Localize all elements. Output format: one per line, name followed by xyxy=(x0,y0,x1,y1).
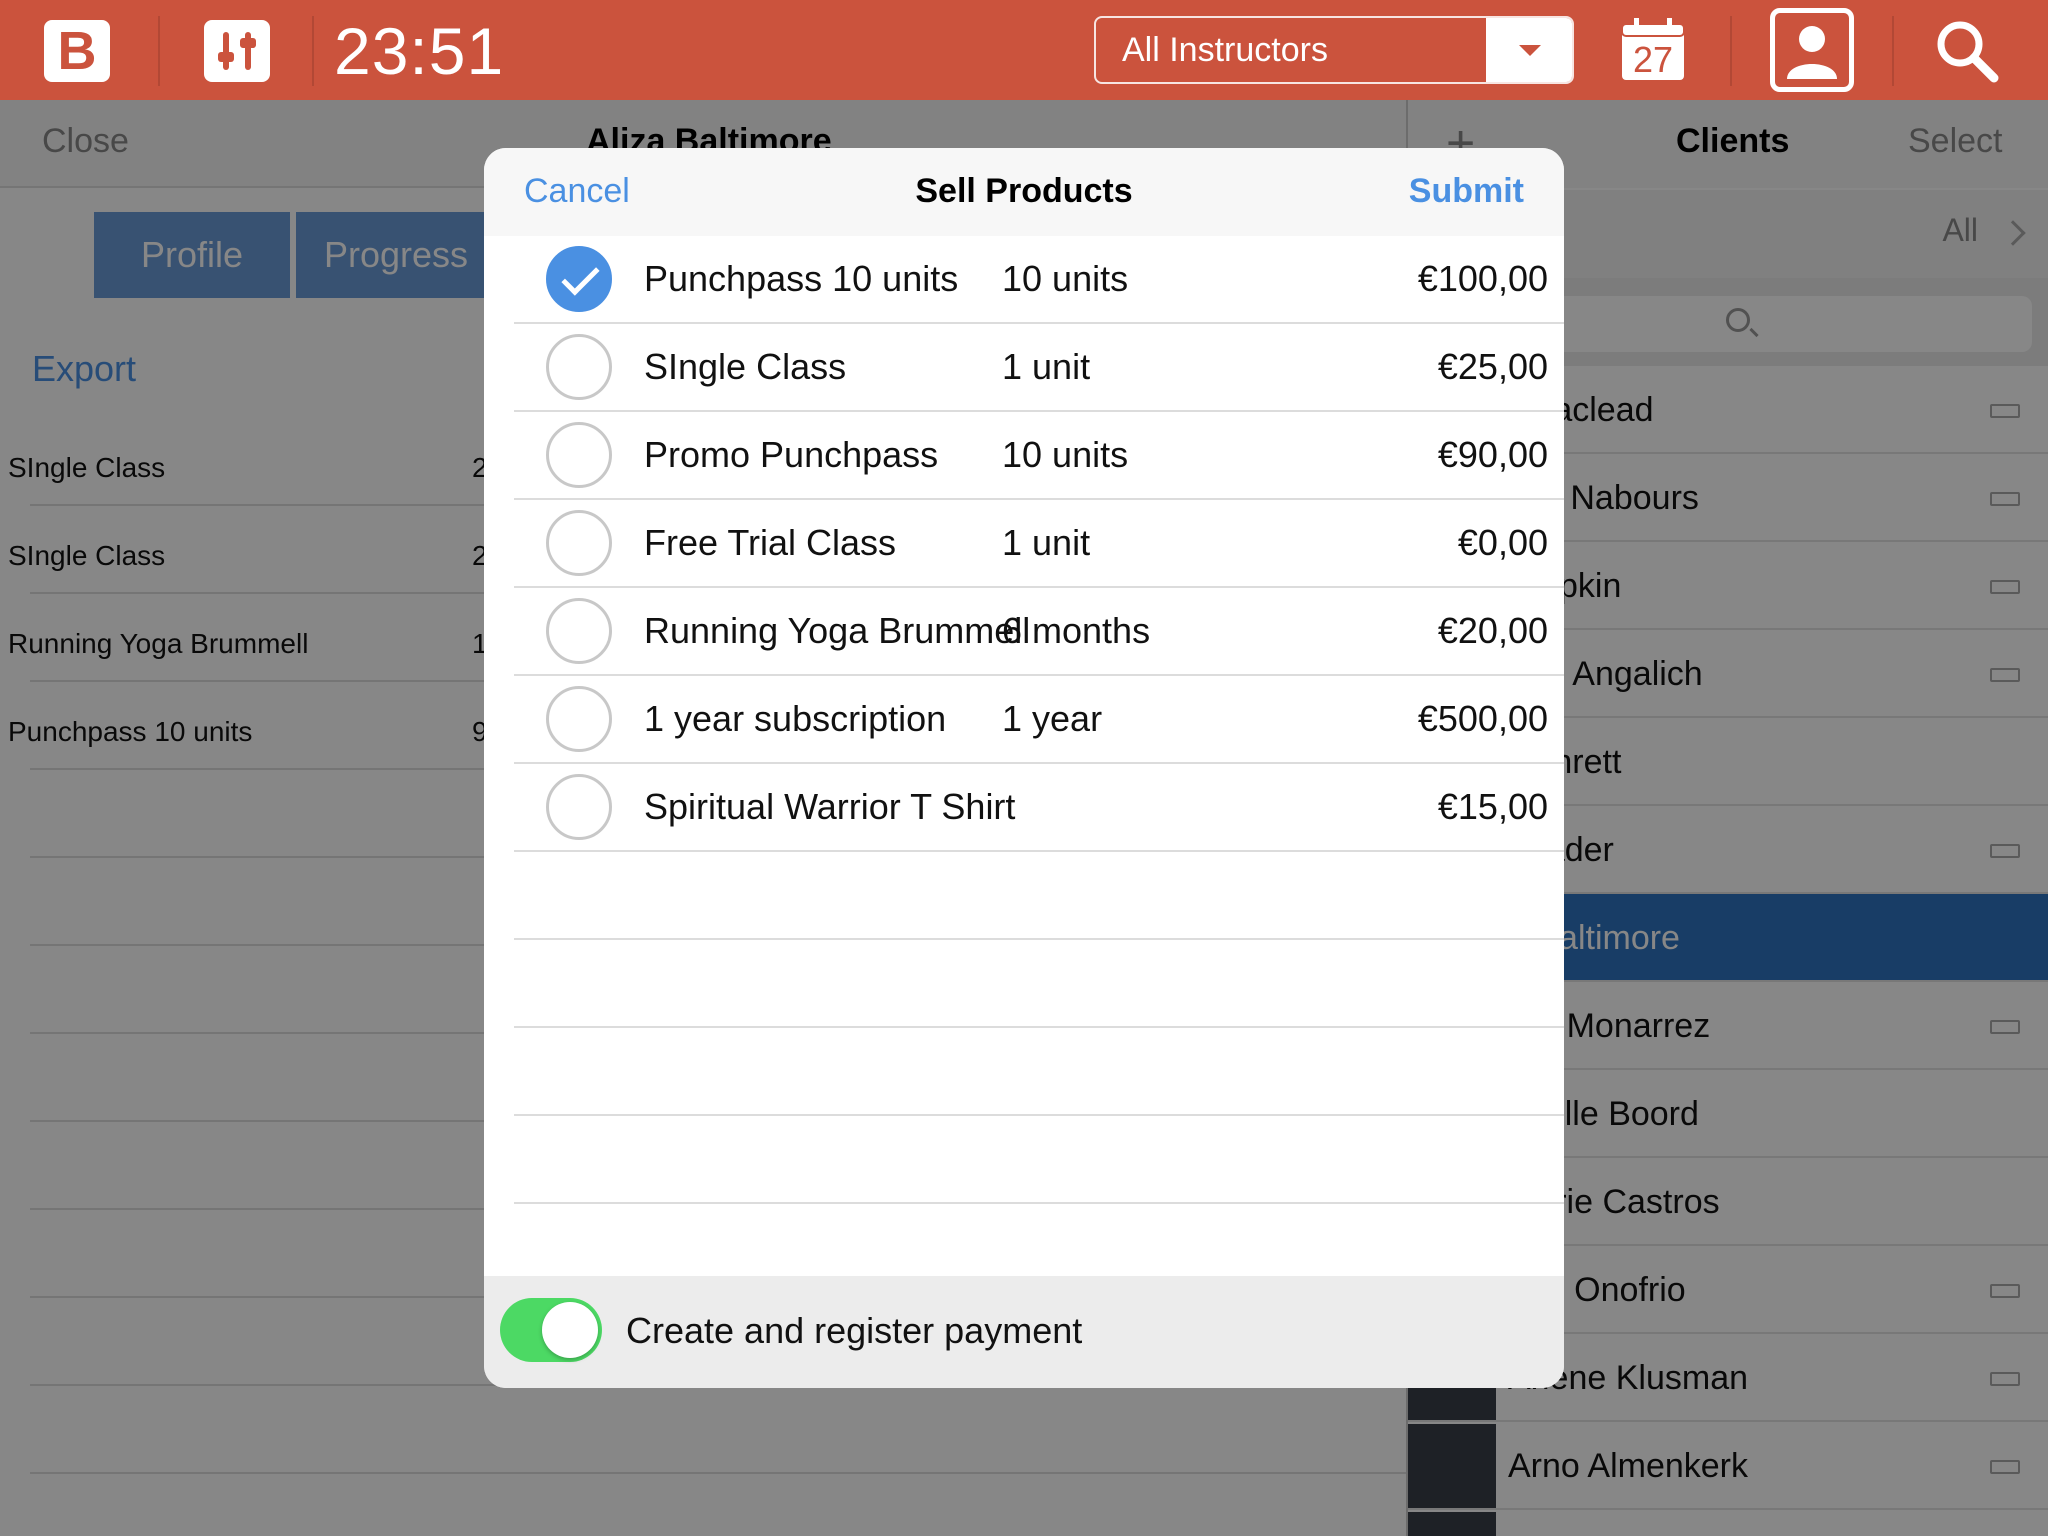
product-name: Punchpass 10 units xyxy=(644,258,959,299)
calendar-day: 27 xyxy=(1632,39,1674,80)
instructor-filter-select[interactable]: All Instructors xyxy=(1094,16,1574,84)
product-name: SIngle Class xyxy=(644,346,847,387)
radio-icon[interactable] xyxy=(546,422,612,488)
product-name: Running Yoga Brummell xyxy=(644,610,1031,651)
user-profile-button[interactable] xyxy=(1770,8,1854,92)
radio-icon[interactable] xyxy=(546,598,612,664)
dropdown-button[interactable] xyxy=(1486,18,1572,82)
payment-toggle[interactable] xyxy=(500,1298,602,1362)
radio-icon[interactable] xyxy=(546,774,612,840)
top-bar: B 23:51 All Instructors 27 xyxy=(0,0,2048,100)
product-row[interactable]: Running Yoga Brummell 6 months €20,00 xyxy=(514,588,1564,676)
product-price: €25,00 xyxy=(1437,346,1548,387)
modal-footer: Create and register payment xyxy=(484,1276,1564,1388)
toolbar-divider xyxy=(1730,16,1732,86)
toggle-knob xyxy=(542,1302,598,1358)
modal-title: Sell Products xyxy=(915,172,1133,210)
product-price: €100,00 xyxy=(1417,258,1548,299)
product-row[interactable]: SIngle Class 1 unit €25,00 xyxy=(514,324,1564,412)
product-price: €500,00 xyxy=(1417,698,1548,739)
row-divider xyxy=(514,1202,1564,1204)
product-row[interactable]: Spiritual Warrior T Shirt €15,00 xyxy=(514,764,1564,852)
search-button[interactable] xyxy=(1932,16,2002,86)
product-quantity: 1 year xyxy=(1002,698,1103,739)
product-quantity: 1 unit xyxy=(1002,346,1091,387)
product-name: Promo Punchpass xyxy=(644,434,939,475)
radio-icon[interactable] xyxy=(546,686,612,752)
submit-button[interactable]: Submit xyxy=(1409,172,1524,211)
modal-header: Sell Products Cancel Submit xyxy=(484,148,1564,236)
product-name: 1 year subscription xyxy=(644,698,947,739)
product-row[interactable]: Promo Punchpass 10 units €90,00 xyxy=(514,412,1564,500)
settings-icon xyxy=(218,32,256,70)
product-quantity: 1 unit xyxy=(1002,522,1091,563)
product-name: Spiritual Warrior T Shirt xyxy=(644,786,1016,827)
settings-button[interactable] xyxy=(204,20,270,82)
product-row[interactable]: Free Trial Class 1 unit €0,00 xyxy=(514,500,1564,588)
toolbar-divider xyxy=(158,16,160,86)
search-icon xyxy=(1937,21,1999,83)
toolbar-divider xyxy=(1892,16,1894,86)
toolbar-divider xyxy=(312,16,314,86)
product-price: €0,00 xyxy=(1457,522,1548,563)
row-divider xyxy=(514,1026,1564,1028)
user-icon xyxy=(1787,26,1837,79)
product-quantity: 6 months xyxy=(1002,610,1151,651)
product-name: Free Trial Class xyxy=(644,522,897,563)
chevron-down-icon xyxy=(1519,45,1541,56)
app-logo-button[interactable]: B xyxy=(44,20,110,82)
row-divider xyxy=(514,1114,1564,1116)
product-price: €15,00 xyxy=(1437,786,1548,827)
payment-toggle-label: Create and register payment xyxy=(626,1310,1083,1351)
product-quantity: 10 units xyxy=(1002,258,1129,299)
clock: 23:51 xyxy=(334,14,505,88)
product-price: €90,00 xyxy=(1437,434,1548,475)
radio-icon[interactable] xyxy=(546,510,612,576)
product-row[interactable]: Punchpass 10 units 10 units €100,00 xyxy=(514,236,1564,324)
cancel-button[interactable]: Cancel xyxy=(524,172,630,211)
row-divider xyxy=(514,938,1564,940)
product-quantity: 10 units xyxy=(1002,434,1129,475)
calendar-button[interactable]: 27 xyxy=(1620,18,1686,82)
product-row[interactable]: 1 year subscription 1 year €500,00 xyxy=(514,676,1564,764)
checkmark-icon[interactable] xyxy=(546,246,612,312)
sell-products-modal: Sell Products Cancel Submit Punchpass 10… xyxy=(484,148,1564,1388)
instructor-filter-value: All Instructors xyxy=(1122,31,1328,69)
product-price: €20,00 xyxy=(1437,610,1548,651)
radio-icon[interactable] xyxy=(546,334,612,400)
